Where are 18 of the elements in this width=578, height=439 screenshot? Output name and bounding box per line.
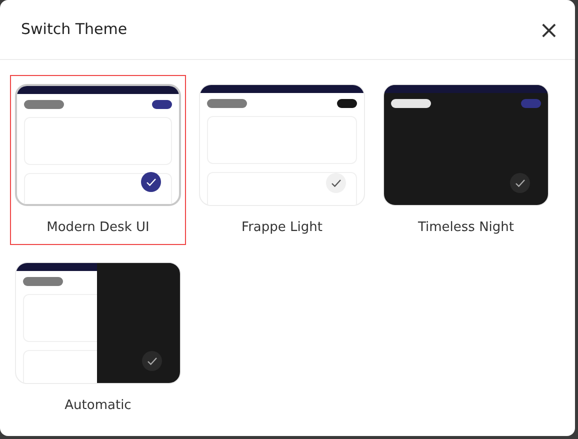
title-pill (23, 276, 63, 286)
title-pill (207, 99, 247, 108)
check-icon (141, 172, 161, 192)
theme-card[interactable] (15, 84, 181, 206)
dialog-title: Switch Theme (21, 19, 128, 40)
accent-pill (337, 99, 357, 108)
theme-label: Modern Desk UI (46, 219, 150, 237)
title-pill (391, 99, 431, 108)
check-icon (326, 173, 346, 193)
check-icon (510, 173, 530, 193)
title-pill (24, 100, 64, 109)
close-button[interactable]: × (538, 18, 559, 42)
accent-pill (521, 99, 541, 108)
theme-label: Automatic (64, 396, 132, 414)
theme-label: Frappe Light (242, 219, 322, 237)
check-icon (142, 350, 162, 370)
accent-pill (152, 100, 172, 109)
theme-label: Timeless Night (418, 219, 514, 237)
